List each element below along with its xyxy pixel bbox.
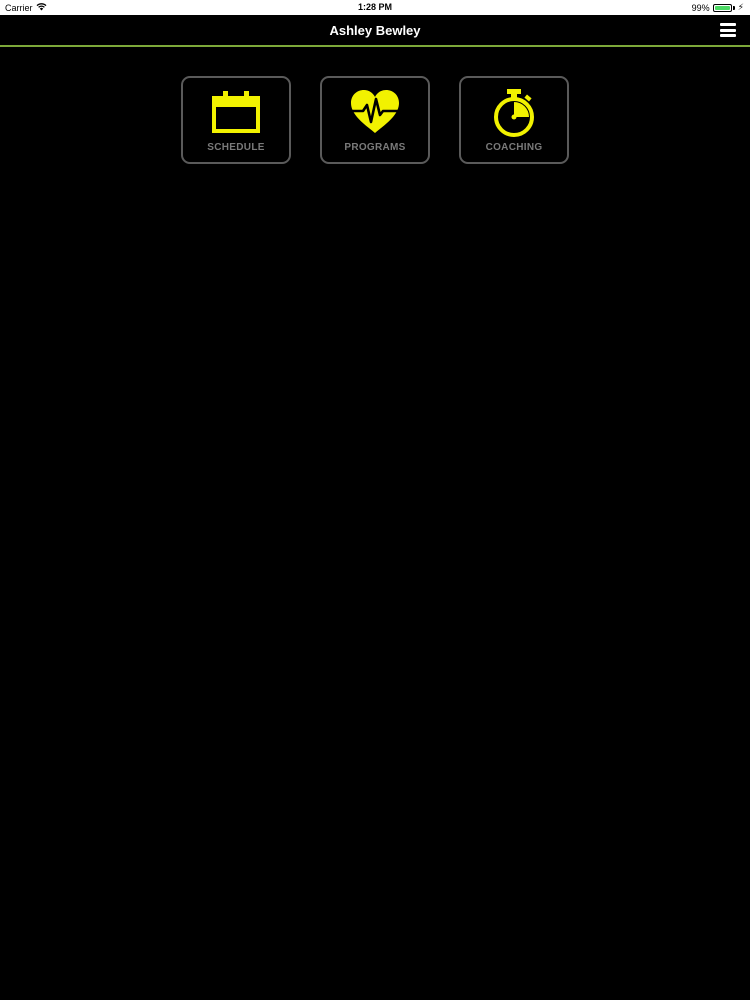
- heart-pulse-icon: [322, 89, 428, 135]
- status-time: 1:28 PM: [357, 2, 392, 12]
- schedule-label: SCHEDULE: [207, 142, 265, 153]
- battery-fill: [714, 5, 730, 10]
- programs-label: PROGRAMS: [344, 142, 406, 153]
- navigation-bar: Ashley Bewley: [0, 15, 750, 47]
- tile-grid: SCHEDULE PROGRAMS COACHING: [181, 76, 569, 164]
- page-title: Ashley Bewley: [329, 23, 421, 38]
- coaching-tile[interactable]: COACHING: [459, 76, 569, 164]
- coaching-label: COACHING: [485, 142, 543, 153]
- stopwatch-icon: [461, 89, 567, 137]
- hamburger-menu-icon[interactable]: [720, 23, 736, 37]
- battery-percent-label: 99%: [691, 2, 710, 13]
- battery-tip: [732, 5, 735, 10]
- status-right: 99% ⚡: [692, 2, 744, 13]
- app-screen: Carrier 1:28 PM 99% ⚡ Ashley Bewley SCHE…: [0, 0, 750, 1000]
- charging-icon: ⚡: [737, 2, 744, 12]
- programs-tile[interactable]: PROGRAMS: [320, 76, 430, 164]
- schedule-tile[interactable]: SCHEDULE: [181, 76, 291, 164]
- calendar-icon: [183, 89, 289, 135]
- status-bar: Carrier 1:28 PM 99% ⚡: [0, 0, 750, 15]
- battery-icon: [712, 3, 732, 12]
